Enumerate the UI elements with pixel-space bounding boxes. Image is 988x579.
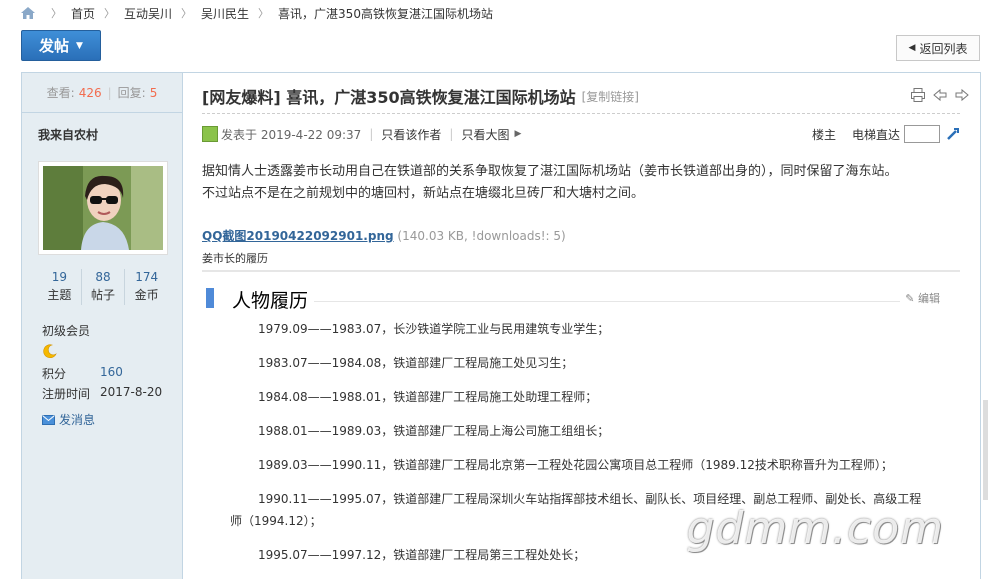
scrollbar[interactable] — [983, 400, 988, 500]
avatar-image — [43, 166, 163, 250]
post-body-line: 不过站点不是在之前规划中的塘回村，新站点在塘缀北旦砖厂和大塘村之间。 — [202, 186, 645, 201]
back-to-list-button[interactable]: ◀ 返回列表 — [896, 35, 980, 61]
resume-row: 1989.03——1990.11，铁道部建厂工程局北京第一工程处花园公寓项目总工… — [258, 458, 893, 472]
points-row: 积分 160 — [42, 365, 123, 382]
pencil-icon: ✎ — [905, 292, 915, 305]
edit-label: 编辑 — [918, 292, 940, 305]
floor-nav: 楼主 电梯直达 — [812, 125, 960, 143]
points-label: 积分 — [42, 367, 67, 381]
register-label: 注册时间 — [42, 387, 91, 401]
prev-thread-icon[interactable] — [932, 87, 948, 103]
heading-marker — [206, 288, 214, 308]
jump-label: 电梯直达 — [851, 127, 900, 142]
only-images-link[interactable]: 只看大图 — [461, 126, 509, 143]
avatar[interactable] — [38, 161, 168, 255]
breadcrumb-current[interactable]: 喜讯，广湛350高铁恢复湛江国际机场站 — [278, 5, 493, 22]
floor-jump-input[interactable] — [904, 125, 940, 143]
register-row: 注册时间 2017-8-20 — [42, 385, 162, 402]
go-arrow-icon[interactable] — [946, 127, 960, 141]
heading-rule — [314, 301, 900, 302]
user-level[interactable]: 初级会员 — [42, 322, 90, 339]
resume-row: 1983.07——1984.08，铁道部建厂工程局施工处见习生； — [258, 356, 574, 370]
attachment-link[interactable]: QQ截图20190422092901.png — [202, 229, 394, 243]
resume-header: 人物履历 ✎ 编辑 — [202, 286, 960, 312]
back-to-list-label: 返回列表 — [919, 41, 968, 56]
resume-row: 1984.08——1988.01，铁道部建厂工程局施工处助理工程师； — [258, 390, 598, 404]
meta-separator: | — [449, 127, 454, 141]
register-date: 2017-8-20 — [100, 385, 163, 399]
views-label: 查看: — [46, 86, 75, 100]
triangle-left-icon: ◀ — [908, 43, 916, 53]
print-icon[interactable] — [910, 87, 926, 103]
breadcrumb-separator: 〉 — [181, 7, 193, 20]
thread-stats: 查看: 426 | 回复: 5 — [22, 73, 182, 113]
home-icon[interactable] — [20, 6, 36, 20]
stats-divider: | — [107, 85, 112, 100]
breadcrumb-separator: 〉 — [51, 7, 62, 20]
meta-separator: | — [369, 127, 374, 141]
author-name[interactable]: 我来自农村 — [38, 126, 98, 143]
stat-label: 帖子 — [91, 288, 116, 302]
stat-label: 主题 — [47, 288, 72, 302]
breadcrumb-board[interactable]: 吴川民生 — [201, 5, 249, 22]
watermark: gdmm.com — [686, 503, 944, 554]
title-divider — [202, 113, 960, 114]
replies-count: 5 — [149, 85, 158, 100]
post-content: [网友爆料] 喜讯，广湛350高铁恢复湛江国际机场站 [复制链接] 发表于 20… — [184, 73, 980, 579]
breadcrumb-separator: 〉 — [104, 7, 116, 20]
user-stats: 19 主题 88 帖子 174 金币 — [38, 269, 168, 305]
resume-row: 1979.09——1983.07，长沙铁道学院工业与民用建筑专业学生； — [258, 322, 610, 336]
stat-value: 19 — [51, 270, 67, 284]
next-thread-icon[interactable] — [954, 87, 970, 103]
breadcrumb-forum[interactable]: 互动吴川 — [124, 5, 172, 22]
moon-icon — [43, 344, 57, 358]
stat-coins[interactable]: 174 金币 — [125, 269, 168, 305]
breadcrumb-home[interactable]: 首页 — [71, 5, 95, 22]
new-post-button[interactable]: 发帖 ▼ — [21, 30, 101, 61]
resume-heading: 人物履历 — [232, 290, 309, 312]
stat-label: 金币 — [134, 288, 159, 302]
attachment-info: (140.03 KB, !downloads!: 5) — [397, 229, 566, 243]
post-body: 据知情人士透露姜市长动用自己在铁道部的关系争取恢复了湛江国际机场站（姜市长铁道部… — [202, 161, 962, 205]
stat-posts[interactable]: 88 帖子 — [82, 269, 126, 305]
post-meta: 发表于 2019-4-22 09:37 | 只看该作者 | 只看大图 ▶ 楼主 … — [202, 125, 960, 143]
floor-label: 楼主 — [811, 127, 836, 142]
breadcrumb: 〉 首页 〉 互动吴川 〉 吴川民生 〉 喜讯，广湛350高铁恢复湛江国际机场站 — [20, 4, 493, 22]
new-post-label: 发帖 — [39, 37, 70, 55]
replies-label: 回复: — [117, 86, 146, 100]
embedded-image[interactable]: 人物履历 ✎ 编辑 1979.09——1983.07，长沙铁道学院工业与民用建筑… — [202, 270, 960, 579]
post-frame: 查看: 426 | 回复: 5 我来自农村 19 主题 88 帖子 174 金币… — [21, 72, 981, 579]
send-message-link[interactable]: 发消息 — [42, 411, 95, 428]
image-caption: 姜市长的履历 — [202, 252, 268, 265]
author-sidebar: 查看: 426 | 回复: 5 我来自农村 19 主题 88 帖子 174 金币… — [22, 73, 183, 579]
resume-row: 1988.01——1989.03，铁道部建厂工程局上海公司施工组组长； — [258, 424, 610, 438]
post-title: [网友爆料] 喜讯，广湛350高铁恢复湛江国际机场站 — [202, 88, 576, 107]
post-title-row: [网友爆料] 喜讯，广湛350高铁恢复湛江国际机场站 [复制链接] — [202, 85, 970, 107]
title-actions — [910, 87, 970, 103]
points-value[interactable]: 160 — [100, 365, 123, 382]
chevron-down-icon: ▼ — [76, 40, 83, 51]
copy-link[interactable]: [复制链接] — [582, 88, 639, 105]
views-count: 426 — [78, 85, 102, 100]
triangle-right-icon: ▶ — [514, 129, 522, 139]
avatar-photo — [43, 166, 163, 250]
send-message-label: 发消息 — [59, 413, 96, 427]
stat-value: 174 — [135, 270, 159, 284]
post-body-line: 据知情人士透露姜市长动用自己在铁道部的关系争取恢复了湛江国际机场站（姜市长铁道部… — [202, 164, 898, 179]
breadcrumb-separator: 〉 — [258, 7, 270, 20]
online-status-icon — [202, 126, 218, 142]
stat-threads[interactable]: 19 主题 — [38, 269, 82, 305]
attachment: QQ截图20190422092901.png (140.03 KB, !down… — [202, 227, 566, 244]
envelope-icon — [42, 414, 55, 425]
edit-link: ✎ 编辑 — [905, 290, 940, 306]
posted-at: 发表于 2019-4-22 09:37 — [221, 127, 362, 142]
only-author-link[interactable]: 只看该作者 — [381, 126, 441, 143]
stat-value: 88 — [95, 270, 111, 284]
